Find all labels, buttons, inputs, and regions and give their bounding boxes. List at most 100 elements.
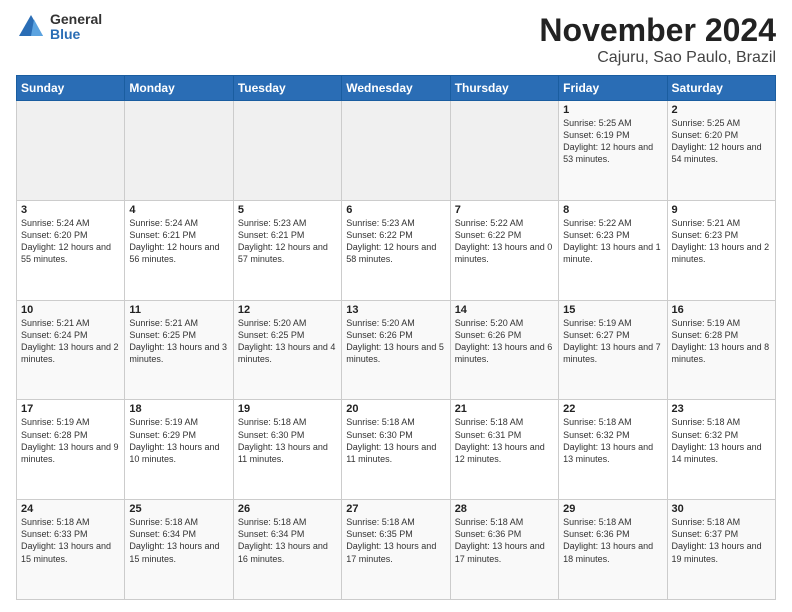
calendar-week-row: 1Sunrise: 5:25 AM Sunset: 6:19 PM Daylig…: [17, 101, 776, 201]
calendar-day-cell: 6Sunrise: 5:23 AM Sunset: 6:22 PM Daylig…: [342, 200, 450, 300]
calendar-week-row: 3Sunrise: 5:24 AM Sunset: 6:20 PM Daylig…: [17, 200, 776, 300]
calendar-day-cell: 22Sunrise: 5:18 AM Sunset: 6:32 PM Dayli…: [559, 400, 667, 500]
day-info: Sunrise: 5:19 AM Sunset: 6:28 PM Dayligh…: [21, 416, 120, 465]
calendar-day-cell: 15Sunrise: 5:19 AM Sunset: 6:27 PM Dayli…: [559, 300, 667, 400]
calendar-day-cell: 18Sunrise: 5:19 AM Sunset: 6:29 PM Dayli…: [125, 400, 233, 500]
day-of-week-header: Saturday: [667, 76, 775, 101]
day-info: Sunrise: 5:18 AM Sunset: 6:32 PM Dayligh…: [672, 416, 771, 465]
calendar-day-cell: 3Sunrise: 5:24 AM Sunset: 6:20 PM Daylig…: [17, 200, 125, 300]
day-info: Sunrise: 5:19 AM Sunset: 6:28 PM Dayligh…: [672, 317, 771, 366]
calendar-day-cell: 16Sunrise: 5:19 AM Sunset: 6:28 PM Dayli…: [667, 300, 775, 400]
calendar-day-cell: 1Sunrise: 5:25 AM Sunset: 6:19 PM Daylig…: [559, 101, 667, 201]
day-number: 11: [129, 304, 228, 316]
logo: General Blue: [16, 12, 102, 43]
day-number: 9: [672, 204, 771, 216]
day-number: 15: [563, 304, 662, 316]
day-info: Sunrise: 5:18 AM Sunset: 6:37 PM Dayligh…: [672, 516, 771, 565]
page: General Blue November 2024 Cajuru, Sao P…: [0, 0, 792, 612]
day-info: Sunrise: 5:19 AM Sunset: 6:29 PM Dayligh…: [129, 416, 228, 465]
day-number: 7: [455, 204, 554, 216]
title-location: Cajuru, Sao Paulo, Brazil: [539, 49, 776, 67]
calendar-day-cell: 4Sunrise: 5:24 AM Sunset: 6:21 PM Daylig…: [125, 200, 233, 300]
logo-text: General Blue: [50, 12, 102, 43]
calendar-day-cell: 27Sunrise: 5:18 AM Sunset: 6:35 PM Dayli…: [342, 500, 450, 600]
calendar-day-cell: 10Sunrise: 5:21 AM Sunset: 6:24 PM Dayli…: [17, 300, 125, 400]
day-number: 10: [21, 304, 120, 316]
calendar-header: SundayMondayTuesdayWednesdayThursdayFrid…: [17, 76, 776, 101]
day-of-week-header: Sunday: [17, 76, 125, 101]
day-info: Sunrise: 5:18 AM Sunset: 6:35 PM Dayligh…: [346, 516, 445, 565]
day-info: Sunrise: 5:20 AM Sunset: 6:26 PM Dayligh…: [346, 317, 445, 366]
day-number: 29: [563, 503, 662, 515]
day-info: Sunrise: 5:18 AM Sunset: 6:30 PM Dayligh…: [238, 416, 337, 465]
calendar-day-cell: 23Sunrise: 5:18 AM Sunset: 6:32 PM Dayli…: [667, 400, 775, 500]
day-info: Sunrise: 5:19 AM Sunset: 6:27 PM Dayligh…: [563, 317, 662, 366]
day-number: 4: [129, 204, 228, 216]
calendar-week-row: 17Sunrise: 5:19 AM Sunset: 6:28 PM Dayli…: [17, 400, 776, 500]
calendar-day-cell: 26Sunrise: 5:18 AM Sunset: 6:34 PM Dayli…: [233, 500, 341, 600]
day-of-week-header: Wednesday: [342, 76, 450, 101]
calendar-table: SundayMondayTuesdayWednesdayThursdayFrid…: [16, 75, 776, 600]
calendar-day-cell: 9Sunrise: 5:21 AM Sunset: 6:23 PM Daylig…: [667, 200, 775, 300]
day-info: Sunrise: 5:21 AM Sunset: 6:24 PM Dayligh…: [21, 317, 120, 366]
calendar-day-cell: 24Sunrise: 5:18 AM Sunset: 6:33 PM Dayli…: [17, 500, 125, 600]
day-info: Sunrise: 5:18 AM Sunset: 6:36 PM Dayligh…: [455, 516, 554, 565]
day-info: Sunrise: 5:20 AM Sunset: 6:26 PM Dayligh…: [455, 317, 554, 366]
header: General Blue November 2024 Cajuru, Sao P…: [16, 12, 776, 67]
day-of-week-header: Tuesday: [233, 76, 341, 101]
calendar-day-cell: 12Sunrise: 5:20 AM Sunset: 6:25 PM Dayli…: [233, 300, 341, 400]
day-number: 17: [21, 403, 120, 415]
title-month: November 2024: [539, 12, 776, 49]
day-number: 22: [563, 403, 662, 415]
logo-blue: Blue: [50, 27, 102, 42]
day-number: 14: [455, 304, 554, 316]
day-number: 23: [672, 403, 771, 415]
day-of-week-header: Friday: [559, 76, 667, 101]
title-block: November 2024 Cajuru, Sao Paulo, Brazil: [539, 12, 776, 67]
calendar-day-cell: 7Sunrise: 5:22 AM Sunset: 6:22 PM Daylig…: [450, 200, 558, 300]
day-number: 26: [238, 503, 337, 515]
day-info: Sunrise: 5:18 AM Sunset: 6:30 PM Dayligh…: [346, 416, 445, 465]
day-info: Sunrise: 5:20 AM Sunset: 6:25 PM Dayligh…: [238, 317, 337, 366]
day-number: 27: [346, 503, 445, 515]
logo-general: General: [50, 12, 102, 27]
calendar-day-cell: [233, 101, 341, 201]
day-info: Sunrise: 5:18 AM Sunset: 6:34 PM Dayligh…: [129, 516, 228, 565]
calendar-day-cell: 28Sunrise: 5:18 AM Sunset: 6:36 PM Dayli…: [450, 500, 558, 600]
day-info: Sunrise: 5:22 AM Sunset: 6:22 PM Dayligh…: [455, 217, 554, 266]
calendar-day-cell: [125, 101, 233, 201]
day-info: Sunrise: 5:18 AM Sunset: 6:32 PM Dayligh…: [563, 416, 662, 465]
calendar-week-row: 10Sunrise: 5:21 AM Sunset: 6:24 PM Dayli…: [17, 300, 776, 400]
day-of-week-header: Thursday: [450, 76, 558, 101]
day-number: 8: [563, 204, 662, 216]
calendar-day-cell: [17, 101, 125, 201]
day-info: Sunrise: 5:18 AM Sunset: 6:34 PM Dayligh…: [238, 516, 337, 565]
day-info: Sunrise: 5:24 AM Sunset: 6:21 PM Dayligh…: [129, 217, 228, 266]
logo-icon: [16, 12, 46, 42]
day-number: 20: [346, 403, 445, 415]
calendar-day-cell: 29Sunrise: 5:18 AM Sunset: 6:36 PM Dayli…: [559, 500, 667, 600]
day-number: 3: [21, 204, 120, 216]
calendar-week-row: 24Sunrise: 5:18 AM Sunset: 6:33 PM Dayli…: [17, 500, 776, 600]
day-info: Sunrise: 5:23 AM Sunset: 6:22 PM Dayligh…: [346, 217, 445, 266]
calendar-day-cell: 5Sunrise: 5:23 AM Sunset: 6:21 PM Daylig…: [233, 200, 341, 300]
day-number: 25: [129, 503, 228, 515]
calendar-day-cell: [450, 101, 558, 201]
day-number: 12: [238, 304, 337, 316]
day-info: Sunrise: 5:18 AM Sunset: 6:33 PM Dayligh…: [21, 516, 120, 565]
calendar-day-cell: 17Sunrise: 5:19 AM Sunset: 6:28 PM Dayli…: [17, 400, 125, 500]
calendar-day-cell: 25Sunrise: 5:18 AM Sunset: 6:34 PM Dayli…: [125, 500, 233, 600]
calendar-body: 1Sunrise: 5:25 AM Sunset: 6:19 PM Daylig…: [17, 101, 776, 600]
day-number: 21: [455, 403, 554, 415]
day-number: 16: [672, 304, 771, 316]
day-info: Sunrise: 5:23 AM Sunset: 6:21 PM Dayligh…: [238, 217, 337, 266]
day-info: Sunrise: 5:25 AM Sunset: 6:20 PM Dayligh…: [672, 117, 771, 166]
day-header-row: SundayMondayTuesdayWednesdayThursdayFrid…: [17, 76, 776, 101]
calendar-day-cell: 20Sunrise: 5:18 AM Sunset: 6:30 PM Dayli…: [342, 400, 450, 500]
day-number: 24: [21, 503, 120, 515]
calendar-day-cell: 2Sunrise: 5:25 AM Sunset: 6:20 PM Daylig…: [667, 101, 775, 201]
calendar-day-cell: 8Sunrise: 5:22 AM Sunset: 6:23 PM Daylig…: [559, 200, 667, 300]
day-number: 28: [455, 503, 554, 515]
day-number: 13: [346, 304, 445, 316]
day-info: Sunrise: 5:18 AM Sunset: 6:31 PM Dayligh…: [455, 416, 554, 465]
